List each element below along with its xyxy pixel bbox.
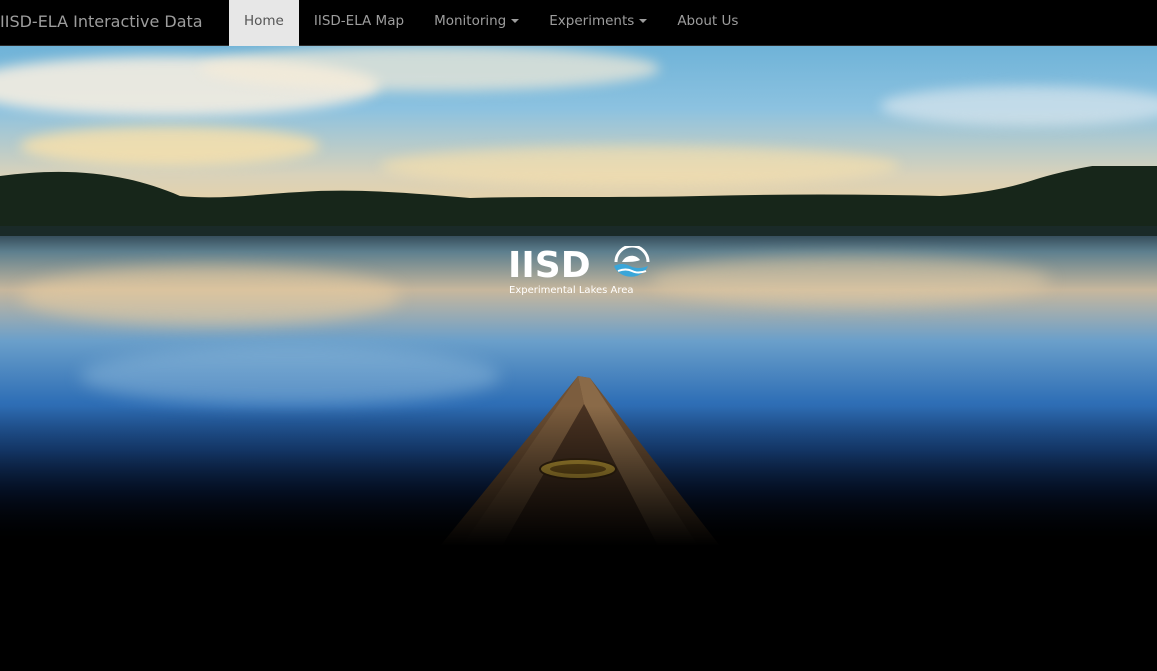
top-navbar: IISD-ELA Interactive Data Home IISD-ELA … bbox=[0, 0, 1157, 46]
logo-letters: IISD bbox=[508, 245, 591, 286]
hero-bottom-fade bbox=[0, 406, 1157, 546]
nav-iisd-ela-map[interactable]: IISD-ELA Map bbox=[299, 0, 419, 46]
logo-subtitle: Experimental Lakes Area bbox=[509, 285, 634, 296]
caret-down-icon bbox=[639, 19, 648, 23]
fish-wave-logo-icon bbox=[614, 246, 650, 277]
forest-silhouette bbox=[0, 166, 1157, 236]
nav-menu: Home IISD-ELA Map Monitoring Experiments… bbox=[229, 0, 753, 46]
nav-home[interactable]: Home bbox=[229, 0, 299, 46]
brand-link[interactable]: IISD-ELA Interactive Data bbox=[0, 0, 203, 46]
nav-experiments-label: Experiments bbox=[549, 13, 635, 29]
iisd-ela-logo: IISD Experimental Lakes Area bbox=[508, 246, 658, 306]
nav-experiments-dropdown[interactable]: Experiments bbox=[534, 0, 662, 46]
nav-monitoring-label: Monitoring bbox=[434, 13, 507, 29]
nav-monitoring-dropdown[interactable]: Monitoring bbox=[419, 0, 534, 46]
nav-about-us[interactable]: About Us bbox=[662, 0, 753, 46]
caret-down-icon bbox=[511, 19, 520, 23]
